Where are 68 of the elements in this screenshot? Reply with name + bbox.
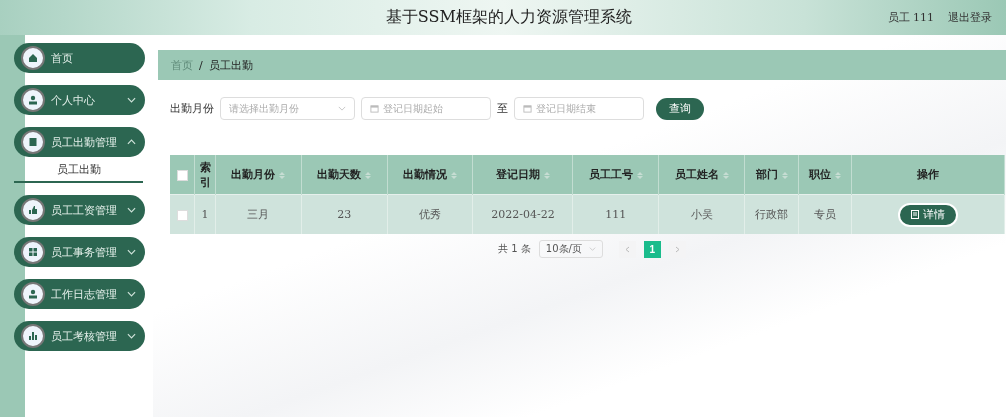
calendar-icon bbox=[523, 104, 532, 113]
sidebar-item[interactable]: 员工考核管理 bbox=[14, 321, 145, 351]
sort-icon[interactable] bbox=[279, 170, 286, 180]
column-header: 操作 bbox=[851, 155, 1005, 195]
table-cell: 2022-04-22 bbox=[472, 194, 573, 234]
sidebar-item[interactable]: 员工出勤管理 bbox=[14, 127, 145, 157]
column-header[interactable]: 员工工号 bbox=[572, 155, 659, 195]
sidebar-item[interactable]: 员工工资管理 bbox=[14, 195, 145, 225]
sort-icon[interactable] bbox=[722, 170, 729, 180]
calendar-icon bbox=[370, 104, 379, 113]
total-count: 共 1 条 bbox=[498, 242, 531, 256]
column-header[interactable]: 员工姓名 bbox=[658, 155, 745, 195]
document-icon bbox=[911, 210, 919, 219]
column-header[interactable]: 出勤月份 bbox=[215, 155, 302, 195]
thumbs-up-icon bbox=[28, 205, 38, 215]
user-name: 员工 111 bbox=[887, 10, 934, 25]
details-button[interactable]: 详情 bbox=[898, 202, 958, 227]
table-cell: 23 bbox=[301, 194, 388, 234]
submenu-item[interactable]: 员工出勤 bbox=[14, 157, 143, 183]
select-all-checkbox[interactable] bbox=[176, 169, 188, 181]
book-icon bbox=[28, 137, 38, 147]
person-icon bbox=[28, 95, 38, 105]
chevron-icon bbox=[127, 139, 136, 145]
chevron-icon bbox=[127, 207, 136, 213]
sidebar-item[interactable]: 个人中心 bbox=[14, 85, 145, 115]
chevron-icon bbox=[127, 249, 136, 255]
page-size-select[interactable]: 10条/页 bbox=[538, 240, 603, 258]
table-cell: 1 bbox=[194, 194, 216, 234]
table-cell: 专员 bbox=[798, 194, 852, 234]
column-header[interactable]: 登记日期 bbox=[472, 155, 573, 195]
table-cell: 优秀 bbox=[387, 194, 473, 234]
range-separator: 至 bbox=[497, 101, 508, 116]
sort-icon[interactable] bbox=[451, 170, 458, 180]
chevron-icon bbox=[127, 291, 136, 297]
chevron-right-icon bbox=[674, 245, 680, 253]
filter-label: 出勤月份 bbox=[170, 101, 214, 116]
sort-icon[interactable] bbox=[636, 170, 643, 180]
logout-link[interactable]: 退出登录 bbox=[948, 10, 992, 25]
sort-icon[interactable] bbox=[365, 170, 372, 180]
sort-icon[interactable] bbox=[781, 170, 788, 180]
sidebar-item[interactable]: 工作日志管理 bbox=[14, 279, 145, 309]
column-header[interactable]: 部门 bbox=[744, 155, 799, 195]
column-header[interactable]: 职位 bbox=[798, 155, 852, 195]
chevron-down-icon bbox=[338, 106, 346, 111]
column-header[interactable]: 出勤天数 bbox=[301, 155, 388, 195]
sidebar-item[interactable]: 员工事务管理 bbox=[14, 237, 145, 267]
app-title: 基于SSM框架的人力资源管理系统 bbox=[384, 7, 633, 28]
sidebar-item[interactable]: 首页 bbox=[14, 43, 145, 73]
chevron-icon bbox=[127, 333, 136, 339]
search-button[interactable]: 查询 bbox=[656, 97, 704, 120]
chevron-down-icon bbox=[588, 247, 596, 251]
person-icon bbox=[28, 289, 38, 299]
column-header: 索引 bbox=[194, 155, 216, 195]
sort-icon[interactable] bbox=[835, 170, 842, 180]
breadcrumb-separator: / bbox=[199, 58, 203, 72]
table-cell: 行政部 bbox=[744, 194, 799, 234]
table-cell: 三月 bbox=[215, 194, 302, 234]
bar-chart-icon bbox=[28, 331, 38, 341]
chevron-left-icon bbox=[624, 245, 630, 253]
sort-icon[interactable] bbox=[543, 170, 550, 180]
chevron-icon bbox=[127, 97, 136, 103]
grid-icon bbox=[28, 247, 38, 257]
table-cell: 111 bbox=[572, 194, 659, 234]
home-icon bbox=[28, 53, 38, 63]
column-header[interactable]: 出勤情况 bbox=[387, 155, 473, 195]
breadcrumb-link[interactable]: 员工出勤 bbox=[208, 57, 253, 73]
row-checkbox[interactable] bbox=[176, 209, 188, 221]
table-cell: 小吴 bbox=[658, 194, 745, 234]
